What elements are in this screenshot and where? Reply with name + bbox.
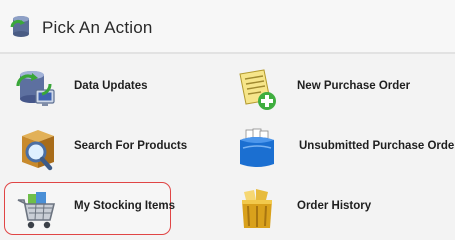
new-purchase-order-icon bbox=[239, 69, 276, 110]
search-products-icon bbox=[22, 130, 54, 171]
data-updates-icon bbox=[16, 71, 55, 106]
page-title: Pick An Action bbox=[42, 18, 153, 37]
data-updates-button[interactable]: Data Updates bbox=[14, 66, 164, 116]
my-stocking-items-button[interactable]: My Stocking Items bbox=[14, 186, 175, 236]
my-stocking-items-label: My Stocking Items bbox=[74, 200, 175, 212]
unsubmitted-purchase-orders-label: Unsubmitted Purchase Orders bbox=[299, 140, 455, 152]
header-bar: Pick An Action bbox=[0, 0, 455, 54]
database-sync-icon bbox=[10, 16, 29, 37]
search-for-products-label: Search For Products bbox=[74, 140, 188, 152]
new-purchase-order-label: New Purchase Order bbox=[297, 80, 411, 92]
header-divider bbox=[0, 52, 455, 54]
unsubmitted-orders-icon bbox=[240, 128, 274, 167]
order-history-button[interactable]: Order History bbox=[234, 186, 394, 236]
search-for-products-button[interactable]: Search For Products bbox=[14, 126, 188, 176]
unsubmitted-purchase-orders-button[interactable]: Unsubmitted Purchase Orders bbox=[234, 126, 455, 176]
order-history-icon bbox=[242, 189, 272, 228]
shopping-cart-icon bbox=[17, 192, 56, 229]
new-purchase-order-button[interactable]: New Purchase Order bbox=[234, 66, 444, 116]
order-history-label: Order History bbox=[297, 200, 372, 212]
data-updates-label: Data Updates bbox=[74, 80, 148, 92]
